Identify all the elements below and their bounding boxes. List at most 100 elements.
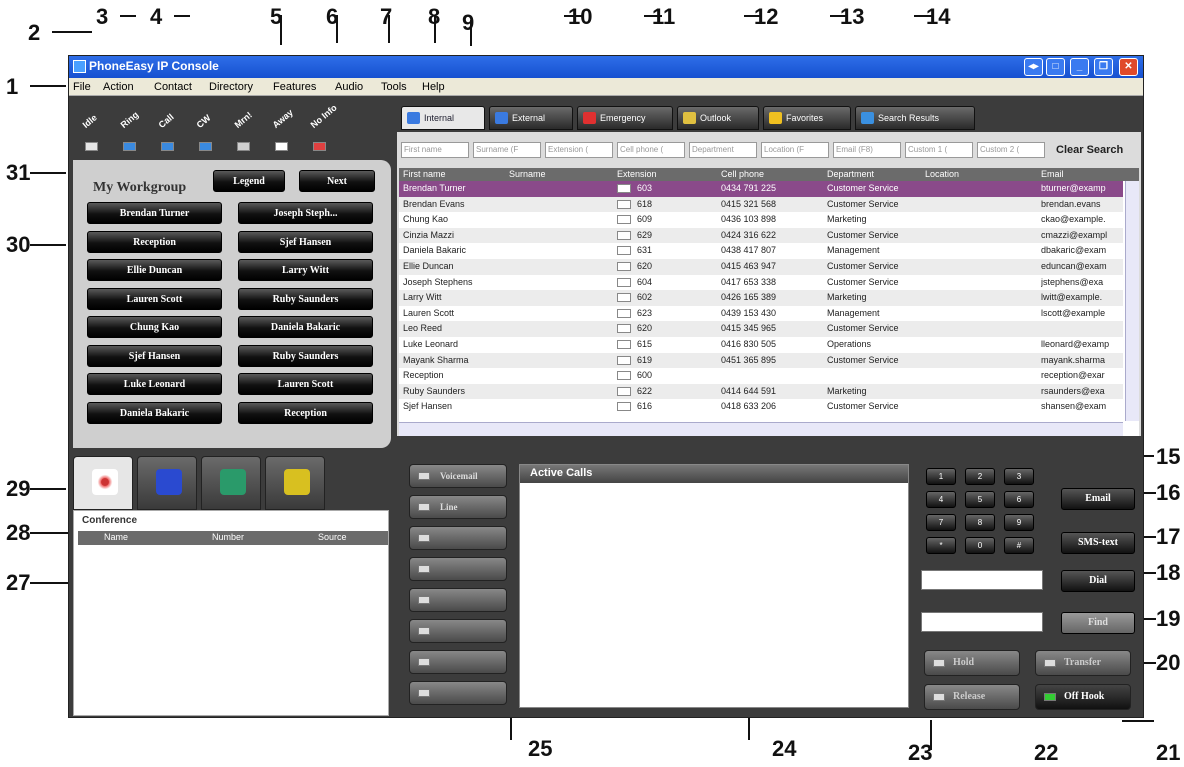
table-row[interactable]: Joseph Stephens 604 0417 653 338 Customer S… — [399, 274, 1123, 291]
filter-input[interactable]: Extension ( — [545, 142, 613, 158]
workgroup-member-button[interactable]: Daniela Bakaric — [238, 316, 373, 338]
table-row[interactable]: Reception 600 reception@exar — [399, 368, 1123, 384]
find-button[interactable]: Find — [1061, 612, 1135, 634]
workgroup-member-button[interactable]: Joseph Steph... — [238, 202, 373, 224]
tab-external[interactable]: External — [489, 106, 573, 130]
workgroup-member-button[interactable]: Sjef Hansen — [238, 230, 373, 253]
legend-button[interactable]: Legend — [213, 170, 285, 192]
line-button[interactable] — [409, 681, 507, 705]
menu-tools[interactable]: Tools — [381, 81, 407, 93]
keypad-key[interactable]: 5 — [965, 491, 995, 508]
filter-input[interactable]: First name — [401, 142, 469, 158]
column-header[interactable]: Location — [925, 169, 959, 179]
column-header[interactable]: Surname — [509, 169, 546, 179]
table-row[interactable]: Brendan Evans 618 0415 321 568 Customer Ser… — [399, 196, 1123, 213]
line-button[interactable] — [409, 619, 507, 643]
tab-calendar[interactable] — [137, 456, 197, 510]
workgroup-member-button[interactable]: Reception — [238, 401, 373, 424]
maximize-button[interactable]: ❐ — [1094, 58, 1113, 76]
tab-conference[interactable] — [73, 456, 133, 510]
column-header[interactable]: Department — [827, 169, 874, 179]
table-row[interactable]: Luke Leonard 615 0416 830 505 Operations lle… — [399, 337, 1123, 353]
tab-directory[interactable] — [265, 456, 325, 510]
workgroup-member-button[interactable]: Chung Kao — [87, 316, 222, 338]
tab-internal[interactable]: Internal — [401, 106, 485, 130]
line-button[interactable]: Voicemail — [409, 464, 507, 488]
keypad-key[interactable]: 8 — [965, 514, 995, 531]
keypad-key[interactable]: 1 — [926, 468, 956, 485]
workgroup-member-button[interactable]: Lauren Scott — [87, 287, 222, 310]
dial-input[interactable] — [921, 570, 1043, 590]
close-button[interactable]: ✕ — [1119, 58, 1138, 76]
filter-input[interactable]: Email (F8) — [833, 142, 901, 158]
clear-search-link[interactable]: Clear Search — [1056, 144, 1123, 156]
workgroup-member-button[interactable]: Lauren Scott — [238, 373, 373, 395]
line-button[interactable] — [409, 526, 507, 550]
workgroup-member-button[interactable]: Larry Witt — [238, 259, 373, 281]
workgroup-member-button[interactable]: Brendan Turner — [87, 202, 222, 224]
column-header[interactable]: Extension — [617, 169, 657, 179]
horizontal-scrollbar[interactable] — [399, 422, 1123, 436]
table-row[interactable]: Leo Reed 620 0415 345 965 Customer Service — [399, 321, 1123, 337]
menu-help[interactable]: Help — [422, 81, 445, 93]
table-row[interactable]: Chung Kao 609 0436 103 898 Marketing ckao@ex… — [399, 212, 1123, 228]
transfer-button[interactable]: Transfer — [1035, 650, 1131, 676]
minimize-button[interactable]: _ — [1070, 58, 1089, 76]
table-row[interactable]: Cinzia Mazzi 629 0424 316 622 Customer Serv… — [399, 227, 1123, 244]
filter-input[interactable]: Location (F — [761, 142, 829, 158]
workgroup-member-button[interactable]: Reception — [87, 230, 222, 253]
column-header[interactable]: First name — [403, 169, 446, 179]
keypad-key[interactable]: # — [1004, 537, 1034, 554]
filter-input[interactable]: Cell phone ( — [617, 142, 685, 158]
keypad-key[interactable]: 0 — [965, 537, 995, 554]
active-calls-panel[interactable]: Active Calls — [519, 464, 909, 708]
keypad-key[interactable]: * — [926, 537, 956, 554]
next-button[interactable]: Next — [299, 170, 375, 192]
column-header[interactable]: Cell phone — [721, 169, 764, 179]
table-row[interactable]: Daniela Bakaric 631 0438 417 807 Management… — [399, 243, 1123, 259]
menu-file[interactable]: File — [73, 81, 91, 93]
keypad-key[interactable]: 4 — [926, 491, 956, 508]
workgroup-member-button[interactable]: Sjef Hansen — [87, 344, 222, 367]
tab-outlook[interactable]: Outlook — [677, 106, 759, 130]
table-row[interactable]: Brendan Turner 603 0434 791 225 Customer Se… — [399, 181, 1123, 197]
menu-features[interactable]: Features — [273, 81, 316, 93]
filter-input[interactable]: Department — [689, 142, 757, 158]
keypad-key[interactable]: 6 — [1004, 491, 1034, 508]
release-button[interactable]: Release — [924, 684, 1020, 710]
workgroup-member-button[interactable]: Daniela Bakaric — [87, 401, 222, 424]
line-button[interactable] — [409, 650, 507, 674]
menu-audio[interactable]: Audio — [335, 81, 363, 93]
email-button[interactable]: Email — [1061, 488, 1135, 510]
menu-contact[interactable]: Contact — [154, 81, 192, 93]
workgroup-member-button[interactable]: Luke Leonard — [87, 373, 222, 395]
tab-search-results[interactable]: Search Results — [855, 106, 975, 130]
keypad-key[interactable]: 7 — [926, 514, 956, 531]
off-hook-button[interactable]: Off Hook — [1035, 684, 1131, 710]
table-row[interactable]: Ellie Duncan 620 0415 463 947 Customer Serv… — [399, 259, 1123, 275]
line-button[interactable]: Line — [409, 495, 507, 519]
workgroup-member-button[interactable]: Ruby Saunders — [238, 287, 373, 310]
tab-emergency[interactable]: Emergency — [577, 106, 673, 130]
tab-favorites[interactable]: Favorites — [763, 106, 851, 130]
table-row[interactable]: Larry Witt 602 0426 165 389 Marketing lwitt@… — [399, 290, 1123, 306]
window-icon[interactable]: □ — [1046, 58, 1065, 76]
keypad-key[interactable]: 2 — [965, 468, 995, 485]
keypad-key[interactable]: 3 — [1004, 468, 1034, 485]
table-row[interactable]: Ruby Saunders 622 0414 644 591 Marketing rsa… — [399, 383, 1123, 400]
dial-button[interactable]: Dial — [1061, 570, 1135, 592]
hold-button[interactable]: Hold — [924, 650, 1020, 676]
filter-input[interactable]: Surname (F — [473, 142, 541, 158]
table-row[interactable]: Lauren Scott 623 0439 153 430 Management lsc… — [399, 305, 1123, 322]
find-input[interactable] — [921, 612, 1043, 632]
tab-phone[interactable] — [201, 456, 261, 510]
menu-directory[interactable]: Directory — [209, 81, 253, 93]
menu-action[interactable]: Action — [103, 81, 134, 93]
line-button[interactable] — [409, 588, 507, 612]
filter-input[interactable]: Custom 1 ( — [905, 142, 973, 158]
workgroup-member-button[interactable]: Ruby Saunders — [238, 344, 373, 367]
table-row[interactable]: Sjef Hansen 616 0418 633 206 Customer Servi… — [399, 399, 1123, 415]
line-button[interactable] — [409, 557, 507, 581]
vertical-scrollbar[interactable] — [1125, 181, 1139, 421]
table-row[interactable]: Mayank Sharma 619 0451 365 895 Customer Ser… — [399, 352, 1123, 369]
